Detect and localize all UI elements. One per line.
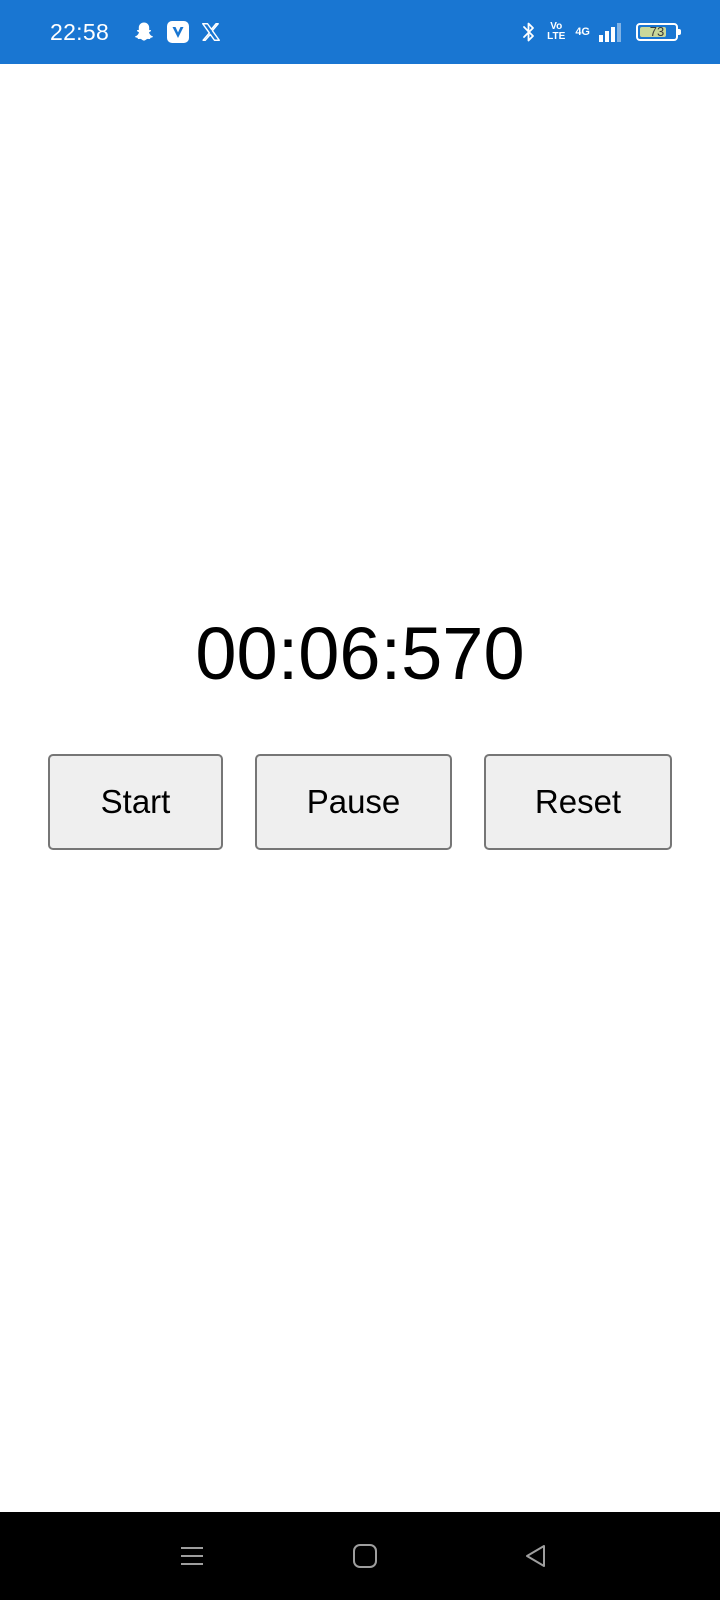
volte-bottom-label: LTE (547, 31, 566, 42)
system-icons: Vo LTE 4G 73 (521, 18, 681, 46)
4g-icon: 4G (575, 26, 590, 38)
start-button[interactable]: Start (48, 754, 223, 850)
battery-level: 73 (649, 24, 665, 39)
volte-icon: Vo LTE (547, 22, 565, 42)
notification-icons (132, 18, 222, 46)
v-app-icon (166, 20, 190, 44)
network-type-label: 4G (575, 26, 590, 38)
stopwatch-screen: 22:58 Vo LTE 4G 73 00:06:570 Start Pause… (0, 0, 720, 1600)
reset-button[interactable]: Reset (484, 754, 672, 850)
status-time: 22:58 (50, 19, 110, 45)
snapchat-icon (132, 20, 156, 44)
home-icon[interactable] (343, 1534, 387, 1578)
navigation-bar (0, 1512, 720, 1600)
back-icon[interactable] (514, 1534, 558, 1578)
battery-tip (678, 29, 681, 35)
recent-apps-icon[interactable] (170, 1534, 214, 1578)
x-app-icon (200, 21, 222, 43)
battery-icon: 73 (636, 23, 681, 41)
bluetooth-icon (521, 20, 537, 44)
signal-icon (598, 21, 622, 43)
stopwatch-display: 00:06:570 (195, 612, 525, 695)
pause-button[interactable]: Pause (255, 754, 452, 850)
status-bar: 22:58 Vo LTE 4G 73 (0, 0, 720, 64)
